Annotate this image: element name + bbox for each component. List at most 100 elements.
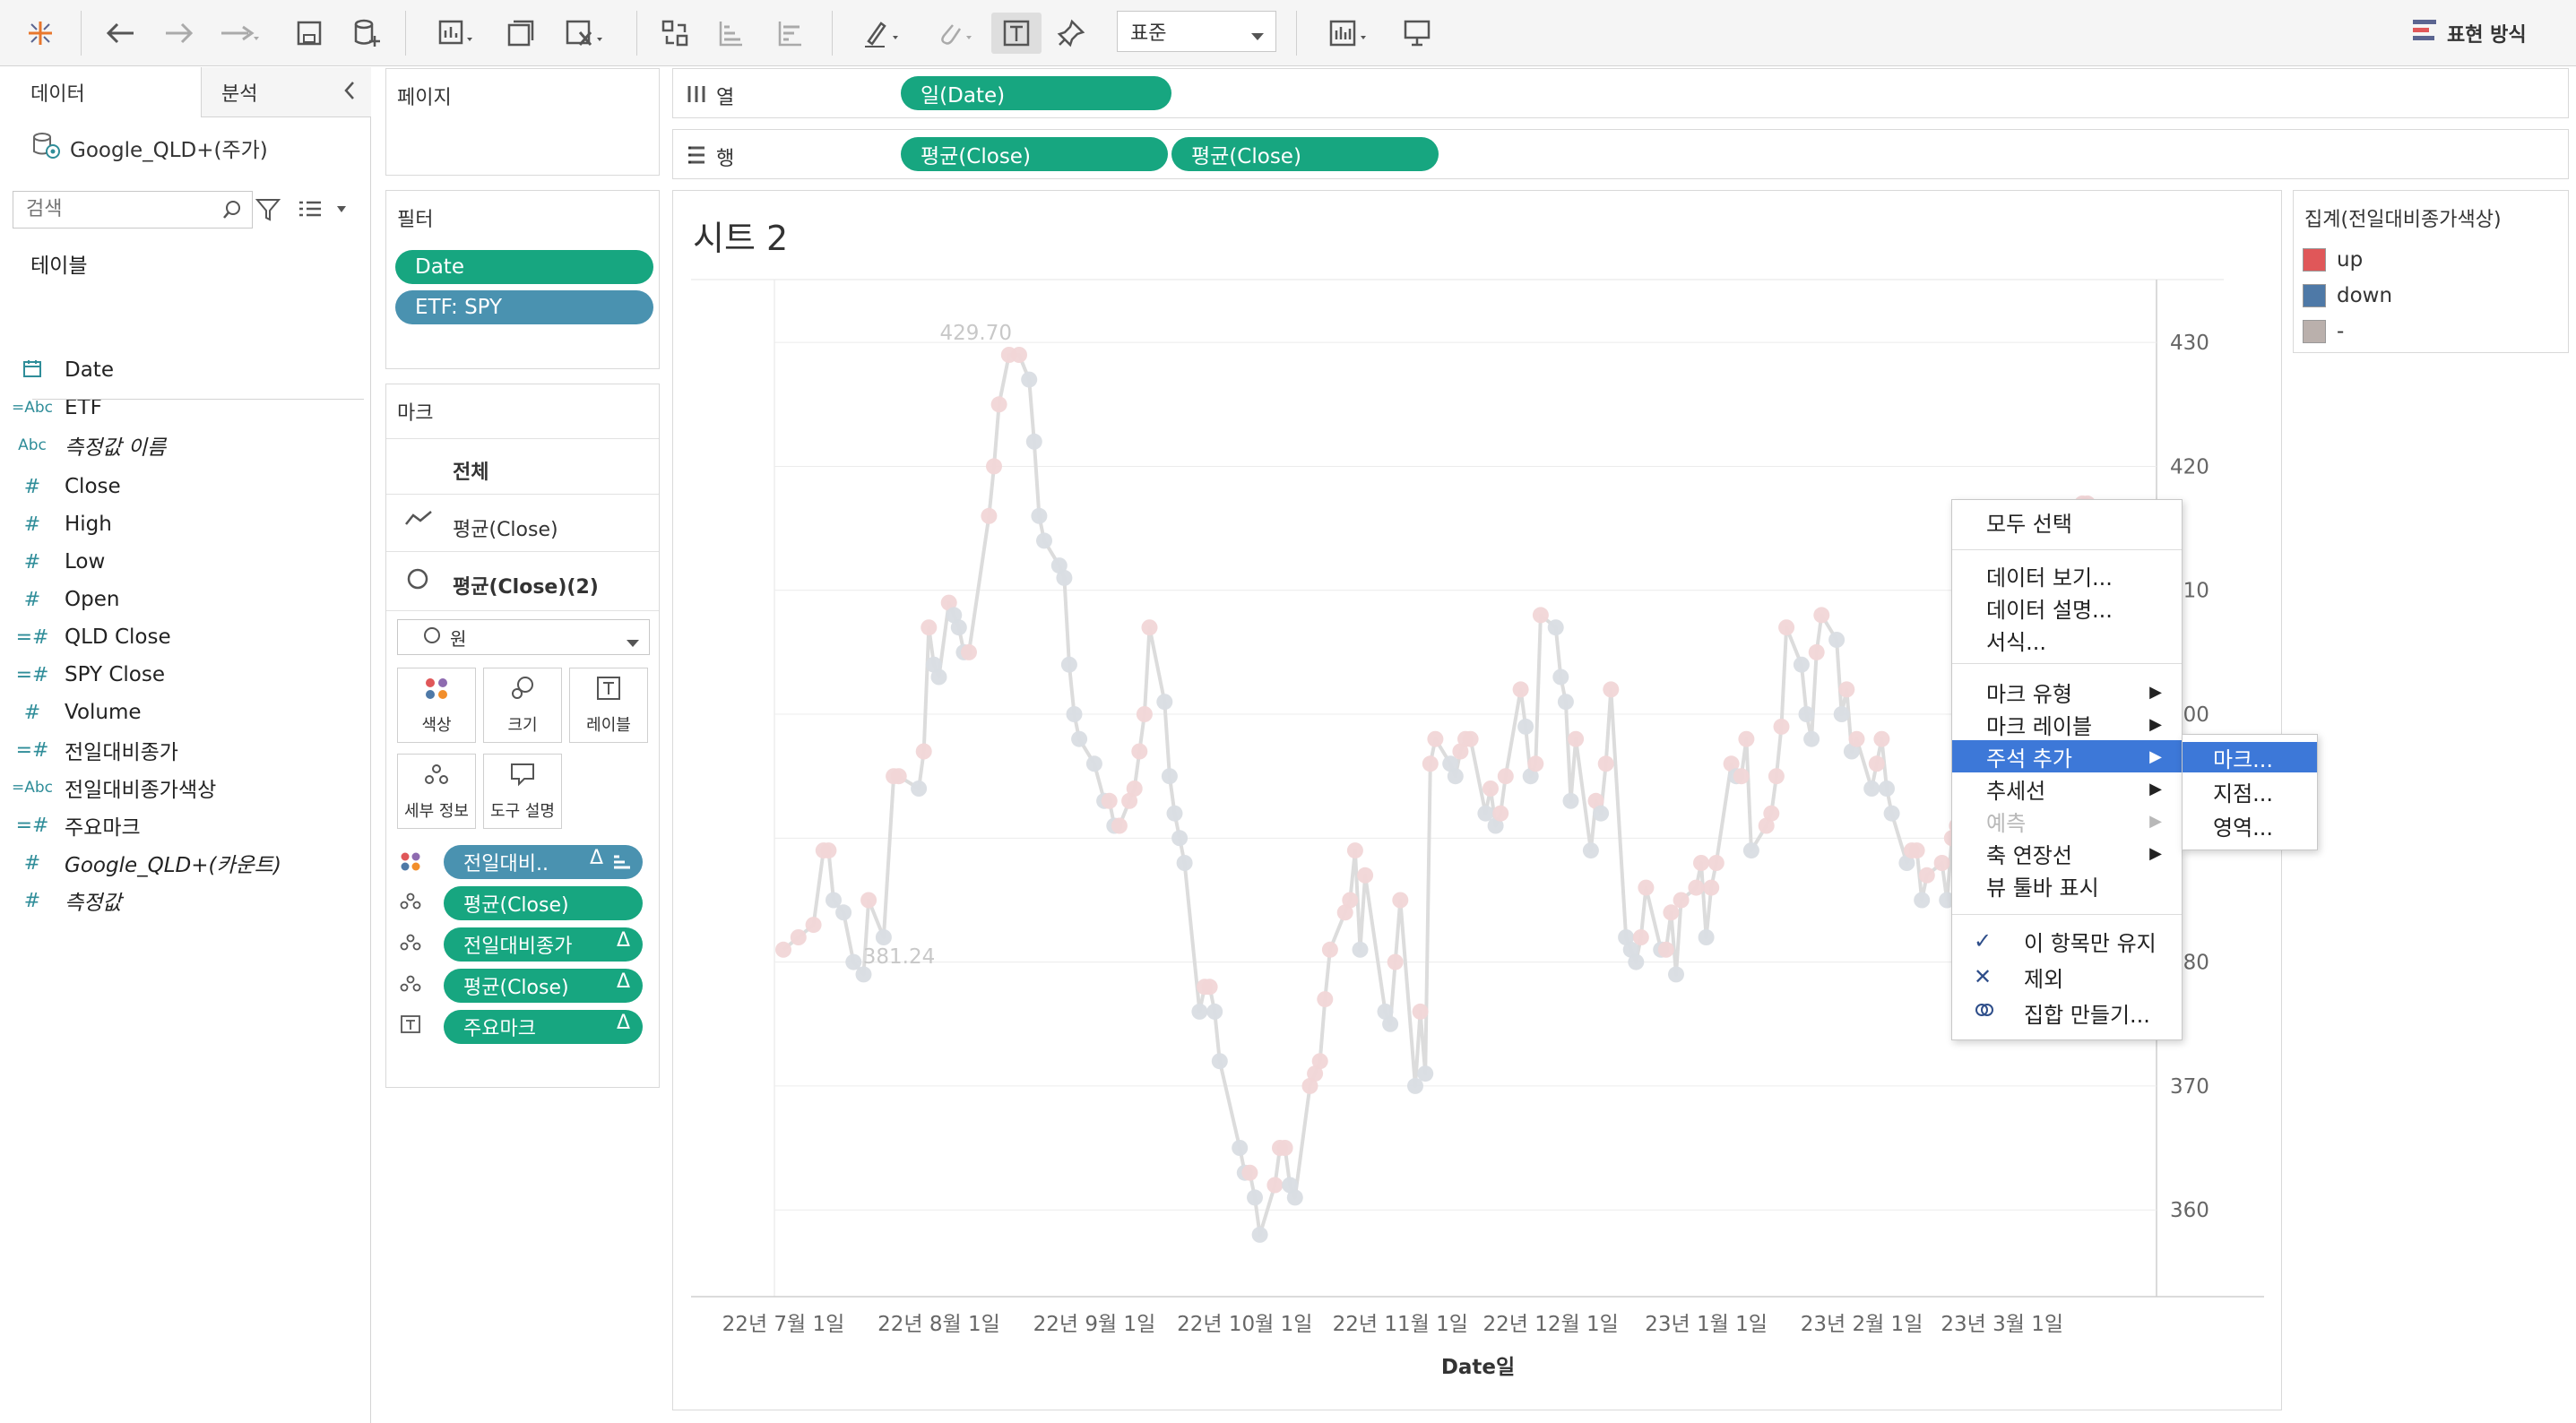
sort-ascending-icon[interactable]: [710, 13, 751, 54]
field-item[interactable]: # Open: [0, 582, 371, 617]
field-item[interactable]: =Abc 전일대비종가색상: [0, 770, 371, 806]
rows-pill-close-1[interactable]: 평균(Close): [901, 137, 1168, 171]
submenu-annotate-point[interactable]: 지점...: [2183, 776, 2317, 806]
group-paperclip-icon[interactable]: [925, 13, 984, 54]
data-point: [1156, 694, 1173, 711]
filters-card[interactable]: 필터 Date ETF: SPY: [385, 190, 660, 369]
field-item[interactable]: # High: [0, 506, 371, 542]
new-worksheet-icon[interactable]: [425, 13, 484, 54]
menu-annotate[interactable]: 주석 추가 ▶: [1952, 740, 2182, 772]
rows-pill-close-2[interactable]: 평균(Close): [1171, 137, 1439, 171]
field-item[interactable]: =# SPY Close: [0, 657, 371, 693]
menu-keep-only[interactable]: ✓ 이 항목만 유지: [1952, 925, 2182, 957]
menu-describe-data[interactable]: 데이터 설명...: [1952, 591, 2182, 624]
marks-layer-circle[interactable]: 평균(Close)(2): [453, 571, 599, 599]
datasource-item[interactable]: Google_QLD+(주가): [30, 130, 268, 166]
filter-pill-etf[interactable]: ETF: SPY: [395, 290, 653, 324]
label-button[interactable]: 레이블: [569, 668, 648, 743]
menu-exclude[interactable]: ✕ 제외: [1952, 961, 2182, 993]
data-point: [1111, 817, 1128, 834]
field-label: Date: [65, 358, 114, 382]
menu-create-set[interactable]: 집합 만들기...: [1952, 996, 2182, 1029]
menu-show-view-toolbar[interactable]: 뷰 툴바 표시: [1952, 869, 2182, 901]
field-item[interactable]: Abc 측정값 이름: [0, 427, 371, 463]
tab-analysis[interactable]: 분석: [201, 67, 371, 117]
data-point: [1552, 668, 1569, 686]
legend-item-down[interactable]: down: [2303, 282, 2392, 309]
menu-select-all[interactable]: 모두 선택: [1952, 505, 2182, 538]
presentation-mode-icon[interactable]: [1396, 13, 1438, 54]
field-item[interactable]: # Volume: [0, 694, 371, 730]
field-item[interactable]: # 측정값: [0, 883, 371, 918]
menu-trend-lines[interactable]: 추세선 ▶: [1952, 772, 2182, 805]
marks-layer-line[interactable]: 평균(Close): [453, 513, 558, 542]
collapse-chevron-icon[interactable]: [342, 80, 357, 107]
show-labels-icon[interactable]: [991, 13, 1042, 54]
mark-type-select[interactable]: 원: [397, 619, 650, 655]
marks-pill-label[interactable]: 주요마크 Δ: [444, 1010, 643, 1044]
show-cards-icon[interactable]: [1318, 13, 1379, 54]
marks-pill-detail-close[interactable]: 평균(Close): [444, 886, 643, 920]
menu-view-data[interactable]: 데이터 보기...: [1952, 559, 2182, 591]
clear-sheet-icon[interactable]: [554, 13, 613, 54]
highlight-pen-icon[interactable]: [851, 13, 911, 54]
rows-shelf[interactable]: 행 평균(Close) 평균(Close): [672, 129, 2569, 179]
show-me-button[interactable]: 표현 방식: [2411, 18, 2527, 48]
marks-pill-detail-close2[interactable]: 평균(Close) Δ: [444, 969, 643, 1003]
tableau-logo-icon[interactable]: [20, 13, 61, 54]
tables-heading: 테이블: [30, 254, 88, 278]
field-item[interactable]: =# 주요마크: [0, 807, 371, 843]
marks-pill-close2-label: 평균(Close): [463, 977, 569, 999]
detail-button[interactable]: 세부 정보: [397, 754, 476, 829]
duplicate-sheet-icon[interactable]: [500, 13, 541, 54]
pin-icon[interactable]: [1050, 13, 1092, 54]
field-item[interactable]: # Close: [0, 469, 371, 505]
menu-format[interactable]: 서식...: [1952, 624, 2182, 656]
save-icon[interactable]: [289, 13, 330, 54]
field-item[interactable]: =Abc ETF: [0, 390, 371, 426]
menu-axis-ruler[interactable]: 축 연장선 ▶: [1952, 837, 2182, 869]
field-item[interactable]: Date: [0, 352, 371, 388]
tab-analysis-label: 분석: [221, 82, 258, 106]
search-input[interactable]: [13, 192, 193, 226]
marks-pill-detail-change[interactable]: 전일대비종가 Δ: [444, 927, 643, 962]
filter-pill-date[interactable]: Date: [395, 250, 653, 284]
field-item[interactable]: # Low: [0, 544, 371, 580]
tooltip-button[interactable]: 도구 설명: [483, 754, 562, 829]
undo-arrow-icon[interactable]: [100, 13, 142, 54]
sort-descending-icon[interactable]: [769, 13, 810, 54]
field-item[interactable]: =# 전일대비종가: [0, 732, 371, 768]
field-item[interactable]: # Google_QLD+(카운트): [0, 845, 371, 881]
tab-data[interactable]: 데이터: [0, 67, 201, 117]
search-icon[interactable]: [221, 199, 243, 224]
submenu-annotate-area[interactable]: 영역...: [2183, 810, 2317, 841]
legend-item-null[interactable]: -: [2303, 318, 2344, 345]
redo-arrow-icon[interactable]: [158, 13, 199, 54]
swap-axes-icon[interactable]: [654, 13, 696, 54]
field-item[interactable]: =# QLD Close: [0, 619, 371, 655]
field-search-box[interactable]: [13, 191, 253, 229]
data-point: [1813, 607, 1830, 624]
legend-item-up[interactable]: up: [2303, 246, 2363, 273]
marks-pill-color[interactable]: 전일대비.. Δ: [444, 845, 643, 879]
view-list-icon[interactable]: [298, 198, 348, 225]
menu-mark-label[interactable]: 마크 레이블 ▶: [1952, 708, 2182, 740]
filter-funnel-icon[interactable]: [255, 196, 281, 227]
replay-icon[interactable]: [212, 13, 265, 54]
pages-card[interactable]: 페이지: [385, 68, 660, 176]
data-point: [1632, 929, 1649, 945]
size-button[interactable]: 크기: [483, 668, 562, 743]
detail-dots-icon: [399, 933, 422, 954]
data-point: [1021, 371, 1038, 388]
columns-pill-day-date[interactable]: 일(Date): [901, 76, 1171, 110]
data-point: [1778, 619, 1795, 636]
color-dots-icon: [423, 676, 450, 707]
menu-mark-type[interactable]: 마크 유형 ▶: [1952, 676, 2182, 708]
show-me-icon: [2411, 18, 2438, 48]
submenu-annotate-mark[interactable]: 마크...: [2183, 742, 2317, 772]
color-button[interactable]: 색상: [397, 668, 476, 743]
fit-style-select[interactable]: 표준: [1117, 11, 1276, 52]
columns-shelf[interactable]: 열 일(Date): [672, 68, 2569, 118]
new-datasource-icon[interactable]: [346, 13, 387, 54]
marks-all-tab[interactable]: 전체: [453, 456, 488, 485]
